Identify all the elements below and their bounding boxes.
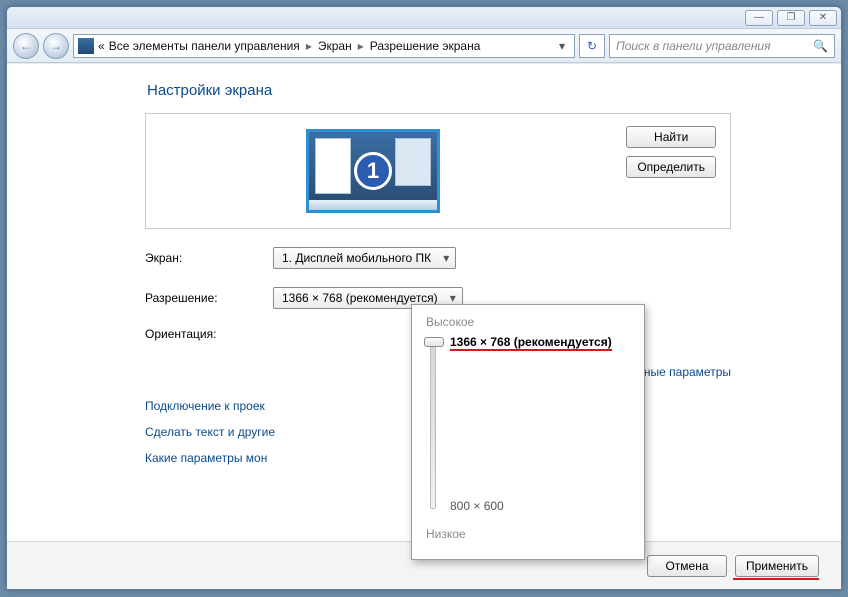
find-button[interactable]: Найти [626, 126, 716, 148]
resolution-slider-track[interactable] [430, 339, 436, 509]
slider-top-resolution[interactable]: 1366 × 768 (рекомендуется) [450, 335, 612, 351]
search-input[interactable]: Поиск в панели управления 🔍 [609, 34, 835, 58]
display-preview: 1 Найти Определить [145, 113, 731, 229]
titlebar: — ❐ ✕ [7, 7, 841, 29]
slider-bottom-resolution[interactable]: 800 × 600 [450, 499, 612, 513]
slider-area: 1366 × 768 (рекомендуется) 800 × 600 [426, 335, 630, 521]
search-icon[interactable]: 🔍 [813, 39, 828, 53]
identify-button[interactable]: Определить [626, 156, 716, 178]
breadcrumb-prefix: « [98, 39, 105, 53]
address-dropdown[interactable]: ▾ [554, 35, 570, 57]
slider-low-label: Низкое [426, 527, 630, 541]
apply-button[interactable]: Применить [735, 555, 819, 577]
breadcrumb-2[interactable]: Экран [318, 39, 352, 53]
forward-button[interactable]: → [43, 33, 69, 59]
screen-row: Экран: 1. Дисплей мобильного ПК ▾ [145, 247, 731, 269]
screen-label: Экран: [145, 251, 273, 265]
projector-link[interactable]: Подключение к проек [145, 399, 265, 413]
minimize-button[interactable]: — [745, 10, 773, 26]
search-placeholder: Поиск в панели управления [616, 39, 771, 53]
chevron-down-icon: ▾ [450, 291, 456, 305]
breadcrumb-1[interactable]: Все элементы панели управления [109, 39, 300, 53]
apply-underline [733, 578, 819, 580]
monitor-taskbar-icon [309, 200, 437, 210]
maximize-button[interactable]: ❐ [777, 10, 805, 26]
back-button[interactable]: ← [13, 33, 39, 59]
resolution-value: 1366 × 768 (рекомендуется) [282, 291, 438, 305]
window: — ❐ ✕ ← → « Все элементы панели управлен… [6, 6, 842, 590]
close-button[interactable]: ✕ [809, 10, 837, 26]
chevron-down-icon: ▾ [443, 251, 449, 265]
slider-ticks: 1366 × 768 (рекомендуется) 800 × 600 [450, 335, 612, 513]
refresh-button[interactable]: ↻ [579, 34, 605, 58]
address-bar[interactable]: « Все элементы панели управления ▸ Экран… [73, 34, 575, 58]
apply-label: Применить [746, 559, 808, 573]
chevron-right-icon: ▸ [306, 39, 312, 53]
control-panel-icon [78, 38, 94, 54]
monitor-number: 1 [354, 152, 392, 190]
breadcrumb-3[interactable]: Разрешение экрана [370, 39, 481, 53]
chevron-right-icon: ▸ [358, 39, 364, 53]
resolution-slider-thumb[interactable] [424, 337, 444, 347]
cancel-button[interactable]: Отмена [647, 555, 727, 577]
navbar: ← → « Все элементы панели управления ▸ Э… [7, 29, 841, 63]
monitor-thumbnail[interactable]: 1 [306, 129, 440, 213]
screen-value: 1. Дисплей мобильного ПК [282, 251, 431, 265]
monitor-window-icon [315, 138, 351, 194]
slider-high-label: Высокое [426, 315, 630, 329]
screen-combo[interactable]: 1. Дисплей мобильного ПК ▾ [273, 247, 456, 269]
orientation-label: Ориентация: [145, 327, 273, 341]
resolution-popup: Высокое 1366 × 768 (рекомендуется) 800 ×… [411, 304, 645, 560]
monitor-window-icon [395, 138, 431, 186]
page-title: Настройки экрана [147, 82, 731, 99]
preview-buttons: Найти Определить [626, 126, 716, 178]
resolution-label: Разрешение: [145, 291, 273, 305]
